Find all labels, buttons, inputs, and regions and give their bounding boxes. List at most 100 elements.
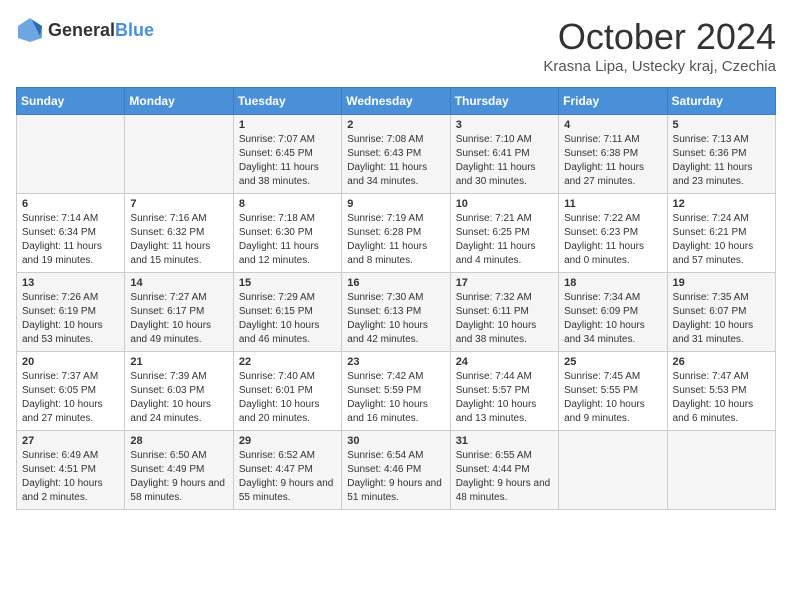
calendar-cell: 22 Sunrise: 7:40 AM Sunset: 6:01 PM Dayli…	[233, 352, 341, 431]
cell-sun-info: Sunrise: 7:37 AM Sunset: 6:05 PM Dayligh…	[22, 370, 119, 426]
day-number: 29	[239, 435, 336, 447]
cell-sun-info: Sunrise: 7:30 AM Sunset: 6:13 PM Dayligh…	[347, 291, 444, 347]
day-number: 31	[456, 435, 553, 447]
day-number: 21	[130, 356, 227, 368]
calendar-cell: 12 Sunrise: 7:24 AM Sunset: 6:21 PM Dayli…	[667, 194, 775, 273]
calendar-cell: 17 Sunrise: 7:32 AM Sunset: 6:11 PM Dayli…	[450, 273, 558, 352]
cell-sun-info: Sunrise: 7:21 AM Sunset: 6:25 PM Dayligh…	[456, 212, 553, 268]
cell-sun-info: Sunrise: 7:47 AM Sunset: 5:53 PM Dayligh…	[673, 370, 770, 426]
calendar-cell: 16 Sunrise: 7:30 AM Sunset: 6:13 PM Dayli…	[342, 273, 450, 352]
calendar-table: SundayMondayTuesdayWednesdayThursdayFrid…	[16, 87, 776, 510]
cell-sun-info: Sunrise: 7:32 AM Sunset: 6:11 PM Dayligh…	[456, 291, 553, 347]
calendar-cell: 26Sunrise: 7:47 AM Sunset: 5:53 PM Dayli…	[667, 352, 775, 431]
cell-sun-info: Sunrise: 7:13 AM Sunset: 6:36 PM Dayligh…	[673, 133, 770, 189]
title-block: October 2024 Krasna Lipa, Ustecky kraj, …	[543, 16, 776, 75]
cell-sun-info: Sunrise: 7:45 AM Sunset: 5:55 PM Dayligh…	[564, 370, 661, 426]
cell-sun-info: Sunrise: 7:34 AM Sunset: 6:09 PM Dayligh…	[564, 291, 661, 347]
calendar-cell: 5 Sunrise: 7:13 AM Sunset: 6:36 PM Daylig…	[667, 115, 775, 194]
day-number: 16	[347, 277, 444, 289]
cell-sun-info: Sunrise: 7:18 AM Sunset: 6:30 PM Dayligh…	[239, 212, 336, 268]
day-number: 25	[564, 356, 661, 368]
calendar-cell: 23Sunrise: 7:42 AM Sunset: 5:59 PM Dayli…	[342, 352, 450, 431]
calendar-cell: 14Sunrise: 7:27 AM Sunset: 6:17 PM Dayli…	[125, 273, 233, 352]
day-number: 27	[22, 435, 119, 447]
calendar-cell: 24Sunrise: 7:44 AM Sunset: 5:57 PM Dayli…	[450, 352, 558, 431]
page-header: GeneralBlue October 2024 Krasna Lipa, Us…	[16, 16, 776, 75]
calendar-cell: 9 Sunrise: 7:19 AM Sunset: 6:28 PM Daylig…	[342, 194, 450, 273]
day-of-week-header: Friday	[559, 88, 667, 115]
day-number: 5	[673, 119, 770, 131]
calendar-cell: 31 Sunrise: 6:55 AM Sunset: 4:44 PM Dayli…	[450, 431, 558, 510]
day-of-week-header: Wednesday	[342, 88, 450, 115]
calendar-cell: 6 Sunrise: 7:14 AM Sunset: 6:34 PM Daylig…	[17, 194, 125, 273]
logo: GeneralBlue	[16, 16, 154, 44]
location-subtitle: Krasna Lipa, Ustecky kraj, Czechia	[543, 58, 776, 75]
day-of-week-header: Monday	[125, 88, 233, 115]
calendar-cell: 19Sunrise: 7:35 AM Sunset: 6:07 PM Dayli…	[667, 273, 775, 352]
cell-sun-info: Sunrise: 7:22 AM Sunset: 6:23 PM Dayligh…	[564, 212, 661, 268]
logo-blue: Blue	[115, 20, 154, 40]
cell-sun-info: Sunrise: 7:10 AM Sunset: 6:41 PM Dayligh…	[456, 133, 553, 189]
calendar-cell: 18 Sunrise: 7:34 AM Sunset: 6:09 PM Dayli…	[559, 273, 667, 352]
day-number: 2	[347, 119, 444, 131]
day-number: 15	[239, 277, 336, 289]
cell-sun-info: Sunrise: 6:54 AM Sunset: 4:46 PM Dayligh…	[347, 449, 444, 505]
calendar-cell: 30 Sunrise: 6:54 AM Sunset: 4:46 PM Dayli…	[342, 431, 450, 510]
calendar-cell: 1 Sunrise: 7:07 AM Sunset: 6:45 PM Daylig…	[233, 115, 341, 194]
calendar-cell: 29 Sunrise: 6:52 AM Sunset: 4:47 PM Dayli…	[233, 431, 341, 510]
day-number: 12	[673, 198, 770, 210]
day-number: 8	[239, 198, 336, 210]
calendar-cell	[559, 431, 667, 510]
calendar-cell: 20 Sunrise: 7:37 AM Sunset: 6:05 PM Dayli…	[17, 352, 125, 431]
cell-sun-info: Sunrise: 7:35 AM Sunset: 6:07 PM Dayligh…	[673, 291, 770, 347]
calendar-cell: 28 Sunrise: 6:50 AM Sunset: 4:49 PM Dayli…	[125, 431, 233, 510]
day-number: 23	[347, 356, 444, 368]
day-number: 9	[347, 198, 444, 210]
cell-sun-info: Sunrise: 7:14 AM Sunset: 6:34 PM Dayligh…	[22, 212, 119, 268]
cell-sun-info: Sunrise: 7:19 AM Sunset: 6:28 PM Dayligh…	[347, 212, 444, 268]
day-number: 22	[239, 356, 336, 368]
calendar-cell: 13 Sunrise: 7:26 AM Sunset: 6:19 PM Dayli…	[17, 273, 125, 352]
day-number: 30	[347, 435, 444, 447]
day-of-week-header: Sunday	[17, 88, 125, 115]
cell-sun-info: Sunrise: 7:39 AM Sunset: 6:03 PM Dayligh…	[130, 370, 227, 426]
cell-sun-info: Sunrise: 7:07 AM Sunset: 6:45 PM Dayligh…	[239, 133, 336, 189]
month-year-title: October 2024	[543, 16, 776, 58]
day-number: 1	[239, 119, 336, 131]
cell-sun-info: Sunrise: 6:50 AM Sunset: 4:49 PM Dayligh…	[130, 449, 227, 505]
cell-sun-info: Sunrise: 7:26 AM Sunset: 6:19 PM Dayligh…	[22, 291, 119, 347]
calendar-cell	[125, 115, 233, 194]
day-number: 7	[130, 198, 227, 210]
cell-sun-info: Sunrise: 6:55 AM Sunset: 4:44 PM Dayligh…	[456, 449, 553, 505]
day-number: 10	[456, 198, 553, 210]
cell-sun-info: Sunrise: 6:52 AM Sunset: 4:47 PM Dayligh…	[239, 449, 336, 505]
calendar-cell	[667, 431, 775, 510]
cell-sun-info: Sunrise: 7:44 AM Sunset: 5:57 PM Dayligh…	[456, 370, 553, 426]
calendar-cell	[17, 115, 125, 194]
calendar-week-row: 13 Sunrise: 7:26 AM Sunset: 6:19 PM Dayli…	[17, 273, 776, 352]
cell-sun-info: Sunrise: 7:16 AM Sunset: 6:32 PM Dayligh…	[130, 212, 227, 268]
cell-sun-info: Sunrise: 7:08 AM Sunset: 6:43 PM Dayligh…	[347, 133, 444, 189]
day-number: 17	[456, 277, 553, 289]
day-number: 11	[564, 198, 661, 210]
calendar-cell: 11 Sunrise: 7:22 AM Sunset: 6:23 PM Dayli…	[559, 194, 667, 273]
day-number: 13	[22, 277, 119, 289]
day-of-week-header: Tuesday	[233, 88, 341, 115]
day-number: 28	[130, 435, 227, 447]
calendar-cell: 21 Sunrise: 7:39 AM Sunset: 6:03 PM Dayli…	[125, 352, 233, 431]
day-number: 6	[22, 198, 119, 210]
calendar-cell: 2 Sunrise: 7:08 AM Sunset: 6:43 PM Daylig…	[342, 115, 450, 194]
calendar-week-row: 1 Sunrise: 7:07 AM Sunset: 6:45 PM Daylig…	[17, 115, 776, 194]
day-of-week-header: Thursday	[450, 88, 558, 115]
logo-general: General	[48, 20, 115, 40]
day-of-week-header: Saturday	[667, 88, 775, 115]
day-number: 20	[22, 356, 119, 368]
calendar-cell: 8 Sunrise: 7:18 AM Sunset: 6:30 PM Daylig…	[233, 194, 341, 273]
cell-sun-info: Sunrise: 6:49 AM Sunset: 4:51 PM Dayligh…	[22, 449, 119, 505]
calendar-cell: 25 Sunrise: 7:45 AM Sunset: 5:55 PM Dayli…	[559, 352, 667, 431]
cell-sun-info: Sunrise: 7:24 AM Sunset: 6:21 PM Dayligh…	[673, 212, 770, 268]
day-number: 3	[456, 119, 553, 131]
cell-sun-info: Sunrise: 7:27 AM Sunset: 6:17 PM Dayligh…	[130, 291, 227, 347]
cell-sun-info: Sunrise: 7:40 AM Sunset: 6:01 PM Dayligh…	[239, 370, 336, 426]
day-number: 18	[564, 277, 661, 289]
